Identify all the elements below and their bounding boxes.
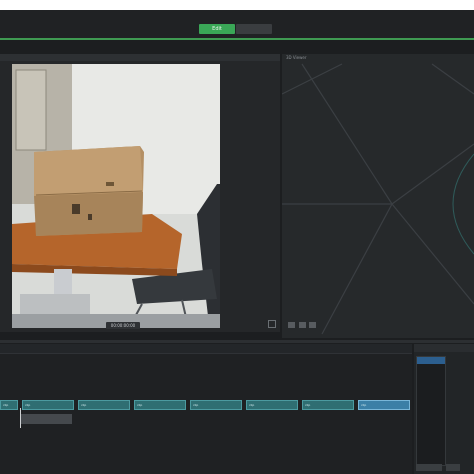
tab-secondary[interactable] [236,24,272,34]
tab-edit[interactable]: Edit [199,24,235,34]
property-field[interactable] [448,388,472,394]
video-controls: 00:00:00:00 [0,322,220,332]
timeline-clip[interactable]: clip [246,400,298,410]
properties-header [414,344,474,352]
timeline-panel[interactable]: clip clip clip clip clip clip clip clip [0,344,412,474]
viewer-tool-icon[interactable] [298,322,306,328]
list-item[interactable] [417,364,445,371]
viewer-grid-lines [282,63,474,335]
viewer-tool-icon[interactable] [288,322,295,328]
properties-button[interactable] [416,464,442,471]
list-item[interactable] [417,371,445,378]
timeline-clip[interactable]: clip [22,400,74,410]
3d-viewer-panel[interactable]: 3D Viewer [282,54,474,338]
list-item[interactable] [417,357,445,364]
properties-button[interactable] [446,464,460,471]
properties-fields [448,358,472,408]
timeline-clip[interactable]: clip [0,400,18,410]
timecode-display: 00:00:00:00 [106,322,140,329]
video-frame[interactable] [12,64,220,328]
timeline-clip-selected[interactable]: clip [358,400,410,410]
video-scene-image [12,64,220,328]
video-editor-app: Edit 00:00:00:00 3D Viewer clip clip cli… [0,10,474,474]
property-field[interactable] [448,368,472,374]
top-bar: Edit [0,10,474,40]
viewer-toolbar [288,322,318,330]
timeline-ruler[interactable] [0,344,412,354]
playhead[interactable] [20,408,21,428]
timeline-clip[interactable]: clip [302,400,354,410]
top-accent-line [0,38,474,40]
property-field[interactable] [448,398,472,404]
panel-divider[interactable] [0,340,474,343]
properties-list[interactable] [416,356,446,466]
properties-buttons [416,464,472,471]
video-preview-panel: 00:00:00:00 [0,54,280,332]
timeline-clip[interactable]: clip [78,400,130,410]
timeline-clip[interactable]: clip [134,400,186,410]
timeline-clip[interactable]: clip [190,400,242,410]
property-field[interactable] [448,358,472,364]
property-field[interactable] [448,378,472,384]
timeline-track-segment[interactable] [20,414,72,424]
fullscreen-icon[interactable] [268,320,276,328]
properties-panel [414,344,474,474]
viewer-tool-icon[interactable] [309,322,317,328]
video-header [0,54,280,61]
